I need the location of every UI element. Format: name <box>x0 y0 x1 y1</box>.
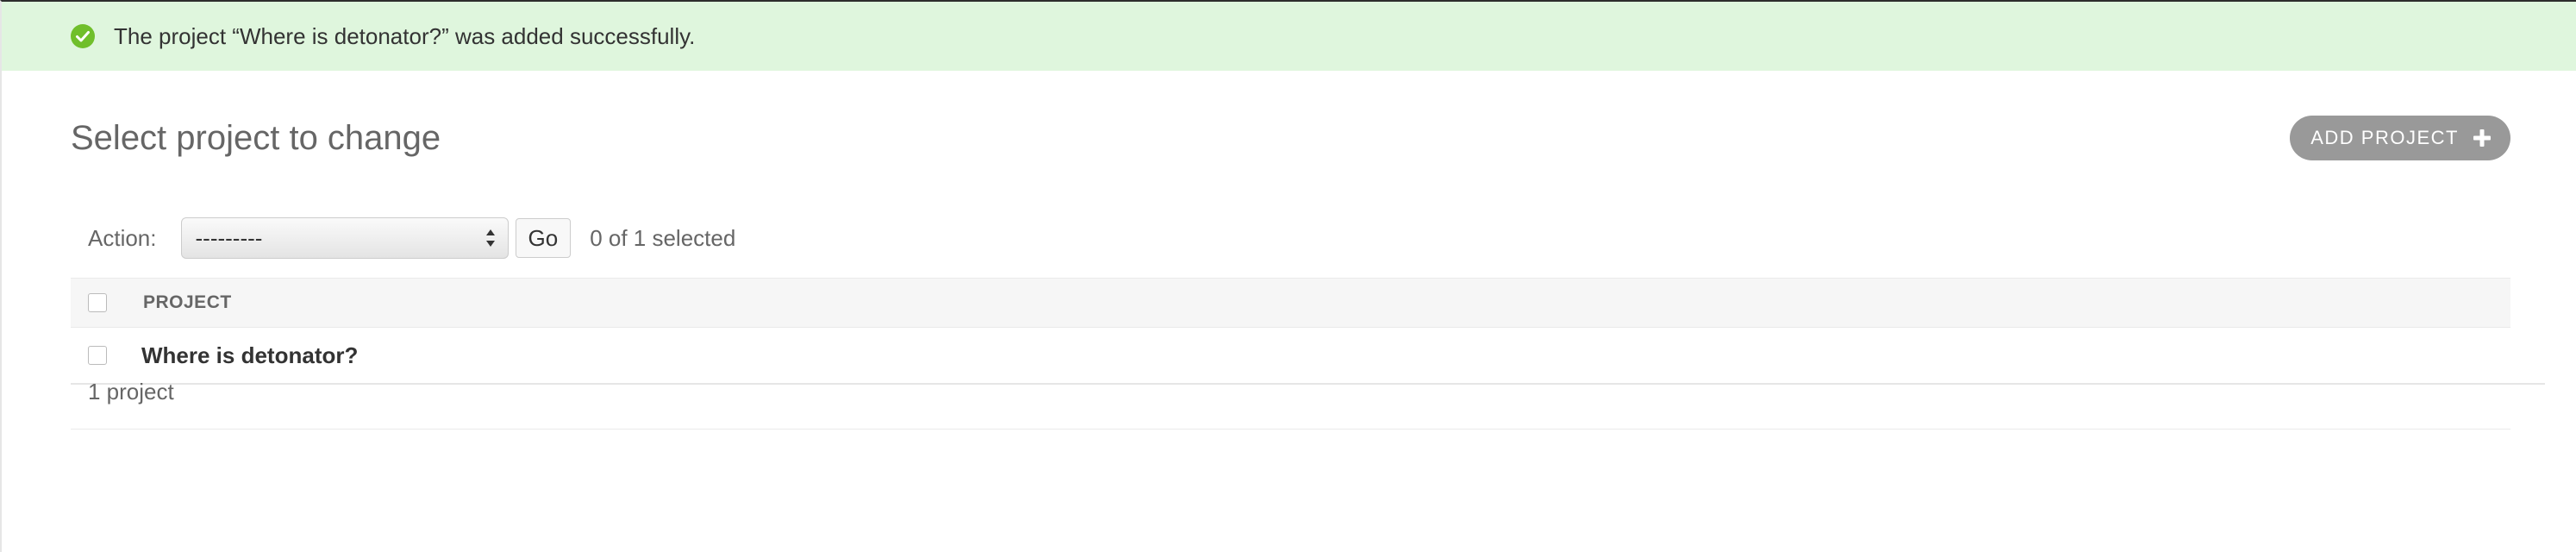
action-select-value: --------- <box>195 224 263 251</box>
result-count: 1 project <box>88 379 174 405</box>
select-all-checkbox[interactable] <box>88 293 107 312</box>
page-title: Select project to change <box>71 119 441 157</box>
select-arrows-icon <box>485 228 496 248</box>
success-message: The project “Where is detonator?” was ad… <box>2 2 2576 71</box>
go-button[interactable]: Go <box>515 218 572 258</box>
selection-counter: 0 of 1 selected <box>590 224 736 251</box>
success-message-text: The project “Where is detonator?” was ad… <box>114 22 696 49</box>
table-header: PROJECT <box>71 278 2510 328</box>
action-select[interactable]: --------- <box>180 217 509 259</box>
column-header-project[interactable]: PROJECT <box>143 292 232 313</box>
paginator: 1 project <box>71 355 2510 430</box>
check-circle-icon <box>71 24 95 48</box>
plus-icon <box>2473 129 2492 147</box>
actions-bar: Action: --------- Go 0 of 1 selected <box>71 212 2510 264</box>
page: The project “Where is detonator?” was ad… <box>0 0 2576 552</box>
add-project-button[interactable]: ADD PROJECT <box>2290 116 2510 160</box>
action-label: Action: <box>88 224 157 251</box>
add-project-label: ADD PROJECT <box>2310 127 2459 148</box>
